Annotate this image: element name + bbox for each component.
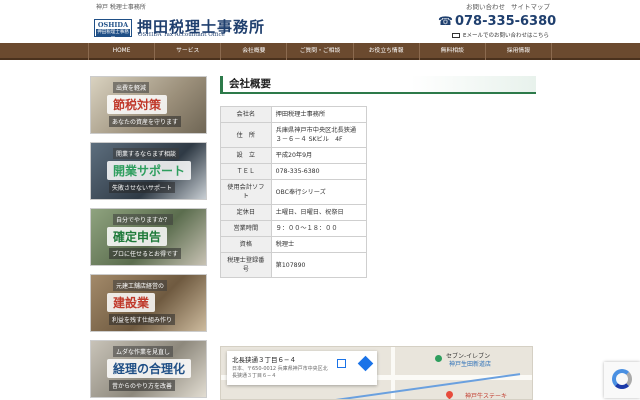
- nav-home[interactable]: HOME: [88, 43, 156, 60]
- banner-bottom-text: 利益を残す仕組み作り: [109, 314, 176, 325]
- banner-accounting[interactable]: ムダな作業を見直し 経理の合理化 昔からのやり方を改善: [90, 340, 207, 398]
- banner-bottom-text: 失敗させないサポート: [109, 182, 176, 193]
- table-row: 会社名 押田税理士事務所: [220, 106, 368, 123]
- row-label: 定休日: [220, 204, 272, 221]
- map-pin-icon[interactable]: [444, 389, 455, 399]
- nav-free-consult[interactable]: 無料相談: [420, 43, 486, 60]
- row-value: 税理士: [270, 236, 368, 253]
- phone-text: 078-335-6380: [454, 14, 557, 29]
- mail-contact-link[interactable]: Eメールでのお問い合わせはこちら: [452, 31, 549, 39]
- phone-icon: ☎: [438, 14, 453, 28]
- nav-info[interactable]: お役立ち情報: [354, 43, 420, 60]
- sidebar: 出費を軽減 節税対策 あなたの資産を守ります 開業するならまず相談 開業サポート…: [90, 76, 208, 400]
- row-value: 土曜日、日曜日、祝祭日: [270, 204, 368, 221]
- mail-text: Eメールでのお問い合わせはこちら: [463, 33, 549, 39]
- nav-recruit[interactable]: 採用情報: [486, 43, 552, 60]
- table-row: 使用会計ソフト OBC奉行シリーズ: [220, 179, 368, 205]
- logo-en: OSHIDA: [97, 21, 129, 29]
- logo-ja: 押田税理士事務所: [96, 29, 130, 42]
- map-label-branch[interactable]: 神戸生田新道店: [449, 359, 491, 368]
- row-label: 資格: [220, 236, 272, 253]
- nav-questions[interactable]: ご質問・ご相談: [287, 43, 354, 60]
- table-row: 営業時間 ９：００～１８：００: [220, 220, 368, 237]
- map-label-restaurant[interactable]: 神戸牛ステーキ: [465, 391, 507, 399]
- banner-top-text: 開業するならまず相談: [113, 148, 180, 159]
- banner-main-text: 経理の合理化: [107, 359, 192, 378]
- row-label: 営業時間: [220, 220, 272, 237]
- map-place-card: 北長狭通３丁目６−４ 日本、〒650-0012 兵庫県神戸市中央区北長狭通３丁目…: [227, 351, 377, 385]
- row-label: 使用会計ソフト: [220, 179, 272, 205]
- row-label: 税理士登録番号: [220, 252, 272, 278]
- map-marker-icon[interactable]: [435, 355, 442, 362]
- banner-main-text: 節税対策: [107, 95, 168, 114]
- banner-bottom-text: プロに任せるとお得です: [109, 248, 182, 259]
- banner-top-text: 元建工舗店経営の: [113, 280, 168, 291]
- row-value: 兵庫県神戸市中央区北長狭通３－６－４ SKビル 4F: [270, 122, 368, 148]
- banner-main-text: 開業サポート: [107, 161, 192, 180]
- row-value: OBC奉行シリーズ: [270, 179, 368, 205]
- banner-bottom-text: あなたの資産を守ります: [109, 116, 182, 127]
- banner-top-text: ムダな作業を見直し: [113, 346, 174, 357]
- logo[interactable]: OSHIDA 押田税理士事務所: [94, 19, 132, 42]
- place-name: 北長狭通３丁目６−４: [232, 356, 296, 364]
- row-value: 第107890: [270, 252, 368, 278]
- banner-tax-saving[interactable]: 出費を軽減 節税対策 あなたの資産を守ります: [90, 76, 207, 134]
- banner-main-text: 建設業: [107, 293, 156, 312]
- recaptcha-icon: [612, 369, 632, 389]
- main-nav: HOME サービス 会社概要 ご質問・ご相談 お役立ち情報 無料相談 採用情報: [0, 43, 640, 60]
- row-label: 会社名: [220, 106, 272, 123]
- top-bar: 神戸 税理士事務所 お問い合わせ サイトマップ: [0, 0, 640, 11]
- google-map[interactable]: セブン-イレブン 神戸生田新道店 神戸牛ステーキ 北長狭通３丁目６−４ 日本、〒…: [220, 346, 533, 400]
- row-value: 平成20年9月: [270, 147, 368, 164]
- place-address: 日本、〒650-0012 兵庫県神戸市中央区北長狭通３丁目６−４: [232, 366, 328, 379]
- banner-main-text: 確定申告: [107, 227, 168, 246]
- row-value: 押田税理士事務所: [270, 106, 368, 123]
- table-row: 定休日 土曜日、日曜日、祝祭日: [220, 204, 368, 221]
- recaptcha-badge[interactable]: [604, 362, 640, 398]
- section-title: 会社概要: [220, 76, 536, 94]
- table-row: ＴＥＬ 078-335-6380: [220, 163, 368, 180]
- row-label: ＴＥＬ: [220, 163, 272, 180]
- nav-services[interactable]: サービス: [155, 43, 222, 60]
- row-value: 078-335-6380: [270, 163, 368, 180]
- banner-top-text: 出費を軽減: [113, 82, 150, 93]
- banner-tax-return[interactable]: 自分でやりますか？ 確定申告 プロに任せるとお得です: [90, 208, 207, 266]
- row-label: 住 所: [220, 122, 272, 148]
- row-value: ９：００～１８：００: [270, 220, 368, 237]
- row-label: 設 立: [220, 147, 272, 164]
- banner-startup-support[interactable]: 開業するならまず相談 開業サポート 失敗させないサポート: [90, 142, 207, 200]
- company-profile-table: 会社名 押田税理士事務所 住 所兵庫県神戸市中央区北長狭通３－６－４ SKビル 4…: [220, 106, 368, 278]
- banner-top-text: 自分でやりますか？: [113, 214, 174, 225]
- banner-bottom-text: 昔からのやり方を改善: [109, 380, 176, 391]
- banner-construction[interactable]: 元建工舗店経営の 建設業 利益を残す仕組み作り: [90, 274, 207, 332]
- mail-icon: [452, 32, 460, 38]
- table-row: 税理士登録番号 第107890: [220, 252, 368, 278]
- phone-number[interactable]: ☎ 078-335-6380: [438, 14, 556, 29]
- site-subtitle: OSHIDA Tax Accountant Office: [138, 32, 225, 38]
- open-in-maps-icon[interactable]: [337, 359, 346, 368]
- table-row: 資格 税理士: [220, 236, 368, 253]
- main-content: 会社概要 会社名 押田税理士事務所 住 所兵庫県神戸市中央区北長狭通３－６－４ S…: [220, 76, 540, 278]
- table-row: 設 立平成20年9月: [220, 147, 368, 164]
- nav-company[interactable]: 会社概要: [221, 43, 288, 60]
- table-row: 住 所兵庫県神戸市中央区北長狭通３－６－４ SKビル 4F: [220, 122, 368, 148]
